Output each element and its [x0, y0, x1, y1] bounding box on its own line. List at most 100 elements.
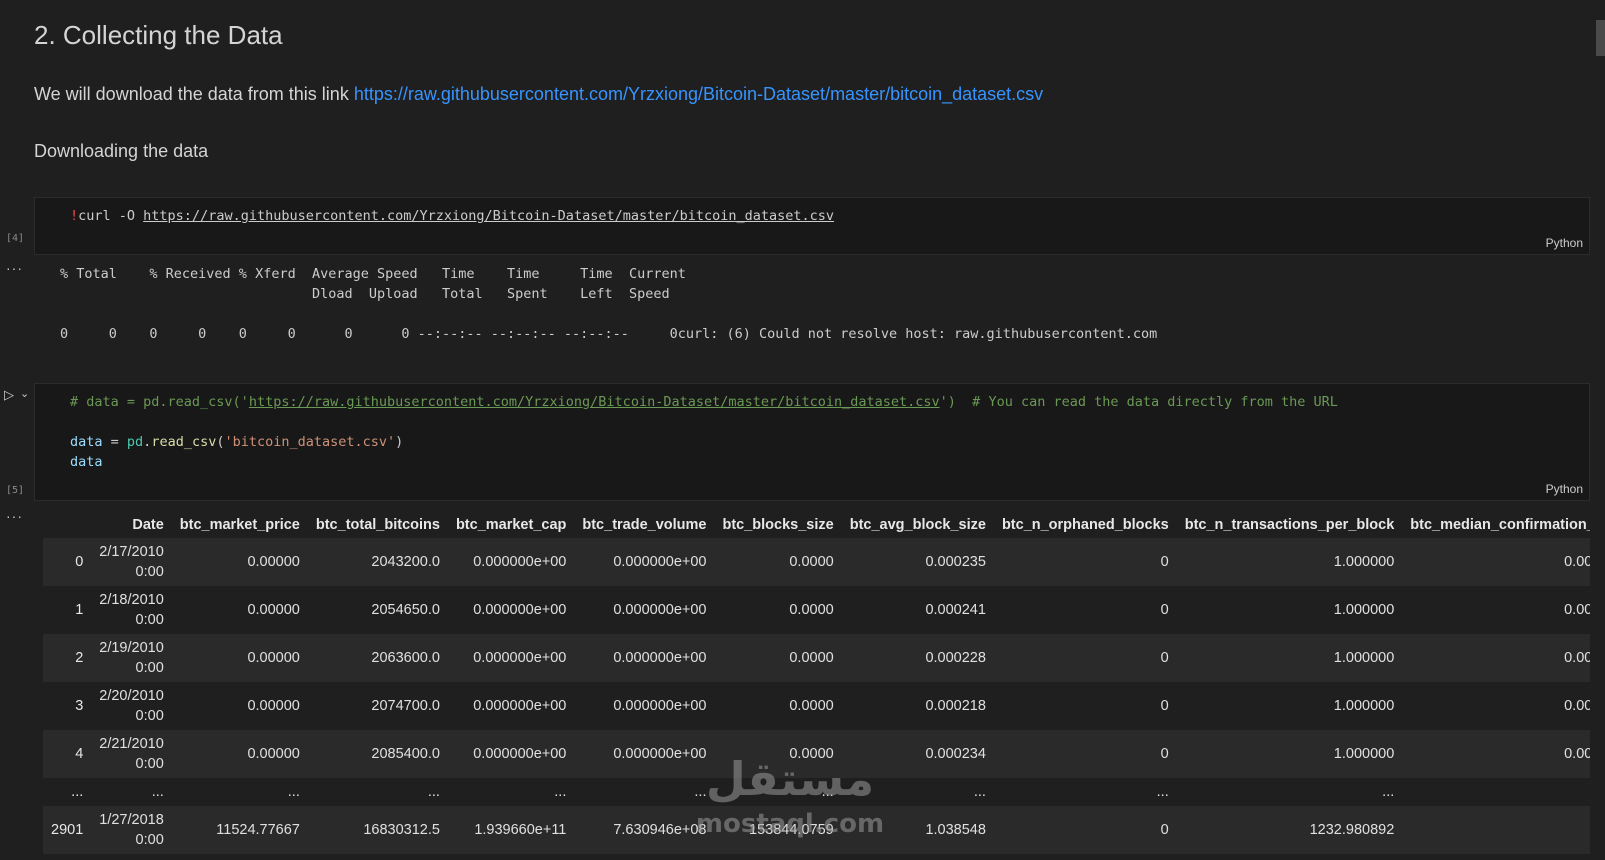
- table-cell: 0.00000: [171, 538, 308, 586]
- token-var: data: [70, 434, 103, 450]
- table-cell: ...: [91, 778, 172, 806]
- output-more-icon[interactable]: ···: [6, 508, 23, 524]
- table-cell: 0.000000e+00: [574, 682, 715, 730]
- table-row: 1 2/18/2010 0:00 0.00000 2054650.0 0.000000e…: [43, 586, 1590, 634]
- row-index: 3: [43, 682, 92, 730]
- code-cell-curl[interactable]: !curl -O https://raw.githubusercontent.c…: [34, 197, 1590, 255]
- table-cell: 0.00000: [171, 634, 308, 682]
- row-index: 1: [43, 586, 92, 634]
- table-cell: 0.0000: [714, 730, 842, 778]
- markdown-paragraph: We will download the data from this link…: [34, 84, 1043, 105]
- table-cell: 1.939660e+11: [447, 806, 575, 854]
- table-cell: 0.000000e+00: [574, 538, 715, 586]
- table-cell: 2085400.0: [307, 730, 448, 778]
- code-line: !curl -O https://raw.githubusercontent.c…: [70, 208, 834, 224]
- dataset-link[interactable]: https://raw.githubusercontent.com/Yrzxio…: [354, 84, 1043, 104]
- table-cell: 0.000000e+00: [447, 682, 575, 730]
- table-cell: 1/27/2018 0:00: [91, 806, 172, 854]
- column-header: btc_n_transactions_per_block: [1176, 511, 1403, 538]
- notebook-editor: 2. Collecting the Data We will download …: [0, 0, 1605, 860]
- table-cell: 0.000234: [841, 730, 994, 778]
- table-cell: 2063600.0: [307, 634, 448, 682]
- column-header: btc_market_price: [171, 511, 308, 538]
- table-cell: ...: [714, 778, 842, 806]
- output-more-icon[interactable]: ···: [6, 260, 23, 276]
- section-heading: 2. Collecting the Data: [34, 20, 283, 50]
- table-cell: 1.000000: [1176, 730, 1403, 778]
- table-cell: 16830312.5: [307, 806, 448, 854]
- dataframe-table: Date btc_market_price btc_total_bitcoins…: [43, 511, 1590, 854]
- table-cell: ...: [993, 778, 1177, 806]
- cell-output-stream: % Total % Received % Xferd Average Speed…: [60, 264, 1157, 344]
- table-cell: 2/21/2010 0:00: [91, 730, 172, 778]
- comment-text: # data = pd.read_csv(': [70, 394, 249, 410]
- table-cell: 0.00000: [171, 682, 308, 730]
- table-cell: 1.000000: [1176, 538, 1403, 586]
- curl-url[interactable]: https://raw.githubusercontent.com/Yrzxio…: [143, 208, 834, 224]
- table-cell: 2/20/2010 0:00: [91, 682, 172, 730]
- table-row: 4 2/21/2010 0:00 0.00000 2085400.0 0.000000e…: [43, 730, 1590, 778]
- table-row: 3 2/20/2010 0:00 0.00000 2074700.0 0.000000e…: [43, 682, 1590, 730]
- table-cell: ...: [574, 778, 715, 806]
- table-cell: 0.000000e+00: [574, 634, 715, 682]
- table-cell: 0.0000: [714, 634, 842, 682]
- table-cell: 0: [993, 806, 1177, 854]
- table-cell: 11524.77667: [171, 806, 308, 854]
- table-cell: 0.000000e+00: [447, 586, 575, 634]
- run-cell-icon[interactable]: ▷: [4, 387, 14, 403]
- table-cell: 0.000000: [1402, 730, 1590, 778]
- table-row: 2 2/19/2010 0:00 0.00000 2063600.0 0.000000e…: [43, 634, 1590, 682]
- execution-count: [5]: [6, 485, 25, 496]
- column-header: btc_market_cap: [447, 511, 575, 538]
- markdown-paragraph-downloading: Downloading the data: [34, 141, 209, 161]
- paragraph-text: We will download the data from this link: [34, 84, 354, 104]
- table-cell: 0.000000: [1402, 538, 1590, 586]
- table-cell: 1.000000: [1176, 682, 1403, 730]
- table-cell: 0.00000: [171, 730, 308, 778]
- column-header: btc_trade_volume: [574, 511, 715, 538]
- token-string: 'bitcoin_dataset.csv': [224, 434, 396, 450]
- cell-language-label[interactable]: Python: [1546, 236, 1583, 250]
- comment-url[interactable]: https://raw.githubusercontent.com/Yrzxio…: [249, 394, 940, 410]
- dataframe-output: Date btc_market_price btc_total_bitcoins…: [43, 511, 1590, 860]
- table-cell: 0: [993, 730, 1177, 778]
- execution-count: [4]: [6, 233, 25, 244]
- table-cell: 0.000241: [841, 586, 994, 634]
- code-line-comment: # data = pd.read_csv('https://raw.github…: [70, 394, 1338, 410]
- column-header: btc_n_orphaned_blocks: [993, 511, 1177, 538]
- comment-text: ') # You can read the data directly from…: [939, 394, 1338, 410]
- table-cell: 2/18/2010 0:00: [91, 586, 172, 634]
- vertical-scrollbar[interactable]: [1596, 20, 1605, 56]
- shell-bang: !: [70, 208, 79, 224]
- column-header: Date: [91, 511, 172, 538]
- table-cell: 1.038548: [841, 806, 994, 854]
- row-index: 4: [43, 730, 92, 778]
- code-cell-read-csv[interactable]: # data = pd.read_csv('https://raw.github…: [34, 383, 1590, 501]
- table-cell: 0.000000e+00: [447, 634, 575, 682]
- cell-language-label[interactable]: Python: [1546, 482, 1583, 496]
- token-fn: read_csv: [151, 434, 217, 450]
- token-eq: =: [102, 434, 127, 450]
- table-cell: 2043200.0: [307, 538, 448, 586]
- table-cell: 0.00000: [171, 586, 308, 634]
- token-module: pd: [126, 434, 144, 450]
- code-line-data: data: [70, 454, 103, 470]
- table-cell: 0: [993, 634, 1177, 682]
- code-line-assign: data = pd.read_csv('bitcoin_dataset.csv'…: [70, 434, 403, 450]
- column-header: btc_avg_block_size: [841, 511, 994, 538]
- table-cell: 0: [993, 538, 1177, 586]
- table-cell: 0.000000e+00: [447, 730, 575, 778]
- output-line: % Total % Received % Xferd Average Speed…: [60, 266, 686, 282]
- token-paren: ): [395, 434, 404, 450]
- chevron-down-icon[interactable]: ⌄: [20, 387, 29, 400]
- table-cell: 0.000000: [1402, 586, 1590, 634]
- row-index: 2901: [43, 806, 92, 854]
- table-cell: 0.0000: [714, 682, 842, 730]
- table-cell: 0.000000e+00: [574, 730, 715, 778]
- table-cell: 0.000235: [841, 538, 994, 586]
- table-cell: ...: [1402, 778, 1590, 806]
- table-cell: 11.6: [1402, 806, 1590, 854]
- table-cell: 0.000000e+00: [447, 538, 575, 586]
- table-header-row: Date btc_market_price btc_total_bitcoins…: [43, 511, 1590, 538]
- table-cell: 1.000000: [1176, 586, 1403, 634]
